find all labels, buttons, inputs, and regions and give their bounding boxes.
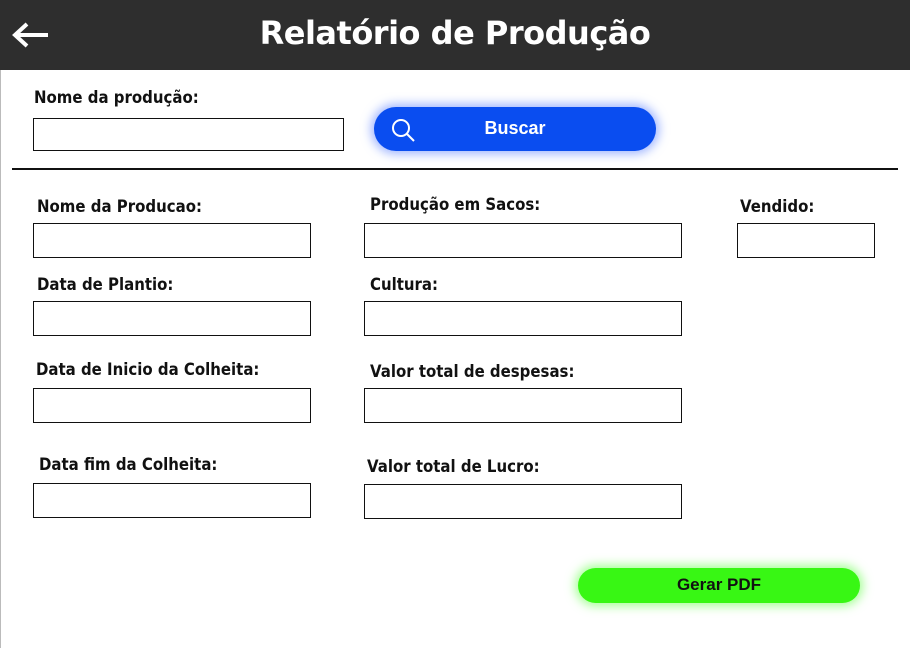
- valor-despesas-label: Valor total de despesas:: [370, 362, 575, 382]
- page-title: Relatório de Produção: [259, 14, 651, 52]
- search-button-label: Buscar: [484, 118, 546, 138]
- search-label: Nome da produção:: [34, 88, 199, 108]
- generate-pdf-label: Gerar PDF: [676, 575, 762, 594]
- cultura-label: Cultura:: [370, 275, 439, 295]
- search-button[interactable]: Buscar: [374, 107, 656, 151]
- frame-border: [0, 70, 1, 648]
- producao-sacos-field[interactable]: [364, 223, 682, 258]
- valor-lucro-field[interactable]: [364, 484, 682, 519]
- nome-producao-field[interactable]: [33, 223, 311, 258]
- vendido-field[interactable]: [737, 223, 875, 258]
- data-inicio-colheita-field[interactable]: [33, 388, 311, 423]
- section-divider: [12, 168, 898, 170]
- data-inicio-colheita-label: Data de Inicio da Colheita:: [36, 360, 260, 380]
- producao-sacos-label: Produção em Sacos:: [370, 195, 541, 215]
- app-header: Relatório de Produção: [0, 0, 910, 70]
- cultura-field[interactable]: [364, 301, 682, 336]
- valor-despesas-field[interactable]: [364, 388, 682, 423]
- vendido-label: Vendido:: [740, 197, 815, 217]
- data-fim-colheita-field[interactable]: [33, 483, 311, 518]
- search-input[interactable]: [33, 118, 344, 151]
- generate-pdf-button[interactable]: Gerar PDF: [578, 568, 860, 603]
- nome-producao-label: Nome da Producao:: [37, 197, 202, 217]
- data-plantio-field[interactable]: [33, 301, 311, 336]
- valor-lucro-label: Valor total de Lucro:: [367, 457, 540, 477]
- data-fim-colheita-label: Data fim da Colheita:: [39, 455, 218, 475]
- data-plantio-label: Data de Plantio:: [37, 275, 174, 295]
